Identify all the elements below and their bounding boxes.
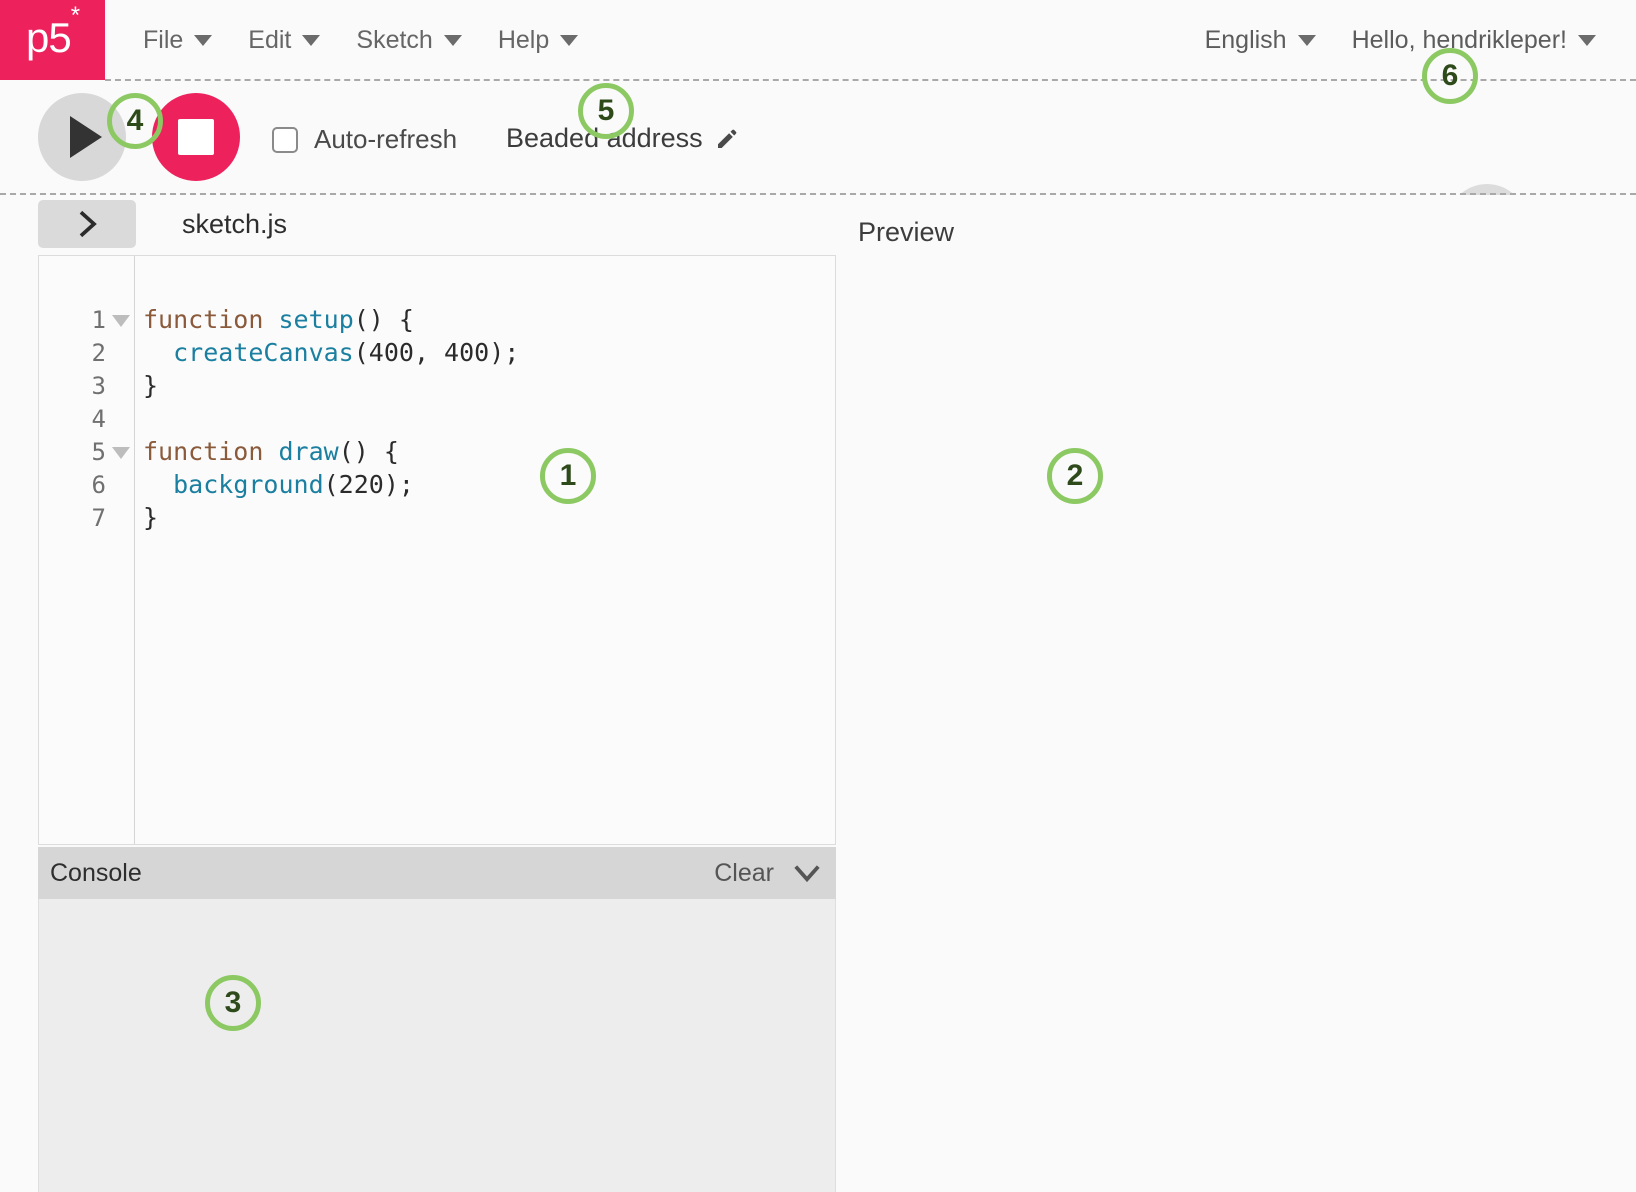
preview-label: Preview bbox=[858, 217, 955, 247]
chevron-down-icon bbox=[443, 34, 462, 46]
chevron-down-icon bbox=[1578, 34, 1596, 46]
menu-sketch-label: Sketch bbox=[356, 25, 433, 54]
sketch-toolbar: Auto-refresh Beaded address bbox=[0, 81, 1636, 264]
chevron-down-icon bbox=[560, 34, 579, 46]
play-icon bbox=[70, 116, 102, 158]
menu-file-label: File bbox=[143, 25, 184, 54]
line-number: 2 bbox=[91, 338, 106, 367]
chevron-down-icon[interactable] bbox=[792, 858, 822, 888]
line-number: 7 bbox=[91, 503, 106, 532]
account-menu[interactable]: Hello, hendrikleper! bbox=[1334, 20, 1614, 61]
code-text-area[interactable]: function setup() { createCanvas(400, 400… bbox=[135, 256, 835, 844]
nav-right-group: English Hello, hendrikleper! bbox=[1187, 20, 1636, 61]
code-line: } bbox=[143, 371, 159, 400]
line-number-row: 2 bbox=[39, 336, 134, 369]
active-file-name[interactable]: sketch.js bbox=[182, 209, 287, 240]
code-line: function draw() { bbox=[143, 437, 399, 466]
stop-button[interactable] bbox=[152, 93, 240, 181]
annotation-badge-1: 1 bbox=[540, 448, 596, 504]
auto-refresh-toggle[interactable]: Auto-refresh bbox=[272, 124, 457, 155]
code-line: background(220); bbox=[173, 470, 414, 499]
code-line: createCanvas(400, 400); bbox=[173, 338, 520, 367]
line-number: 3 bbox=[91, 371, 106, 400]
p5-logo[interactable]: p5* bbox=[0, 0, 105, 80]
annotation-badge-3: 3 bbox=[205, 975, 261, 1031]
annotation-badge-6: 6 bbox=[1422, 48, 1478, 104]
line-number: 1 bbox=[91, 305, 106, 334]
annotation-badge-4: 4 bbox=[107, 93, 163, 149]
code-line: } bbox=[143, 503, 159, 532]
line-number: 6 bbox=[91, 470, 106, 499]
menu-file[interactable]: File bbox=[125, 20, 230, 61]
auto-refresh-checkbox[interactable] bbox=[272, 126, 298, 153]
language-label: English bbox=[1204, 25, 1287, 54]
line-number-row: 5 bbox=[39, 435, 134, 468]
line-number-row: 7 bbox=[39, 501, 134, 534]
pencil-icon[interactable] bbox=[715, 127, 739, 151]
menu-edit[interactable]: Edit bbox=[230, 20, 338, 61]
console-header: Console Clear bbox=[38, 847, 836, 899]
annotation-badge-2: 2 bbox=[1047, 448, 1103, 504]
line-number: 5 bbox=[91, 437, 106, 466]
annotation-badge-5: 5 bbox=[578, 83, 634, 139]
chevron-down-icon bbox=[302, 34, 321, 46]
p5-web-editor: p5* File Edit Sketch Help English Hello,… bbox=[0, 0, 1636, 1192]
console-actions: Clear bbox=[714, 858, 822, 888]
editor-column: sketch.js 1 2 3 4 5 6 7 function setup()… bbox=[0, 195, 838, 1192]
line-number-row: 3 bbox=[39, 369, 134, 402]
line-number: 4 bbox=[91, 404, 106, 433]
code-line: function setup() { bbox=[143, 305, 414, 334]
line-number-row: 4 bbox=[39, 402, 134, 435]
chevron-down-icon bbox=[1297, 34, 1316, 46]
menu-edit-label: Edit bbox=[248, 25, 292, 54]
stop-icon bbox=[178, 119, 214, 155]
auto-refresh-label: Auto-refresh bbox=[314, 124, 458, 154]
menu-help[interactable]: Help bbox=[480, 20, 596, 61]
sidebar-toggle-button[interactable] bbox=[38, 200, 136, 248]
line-number-row: 6 bbox=[39, 468, 134, 501]
file-bar: sketch.js bbox=[0, 195, 838, 253]
line-number-gutter: 1 2 3 4 5 6 7 bbox=[39, 256, 135, 844]
p5-logo-text: p5* bbox=[25, 2, 80, 61]
fold-arrow-icon[interactable] bbox=[112, 446, 130, 459]
chevron-right-icon bbox=[79, 210, 97, 238]
console-output[interactable] bbox=[38, 899, 836, 1192]
main-menu: File Edit Sketch Help bbox=[125, 20, 596, 61]
menu-help-label: Help bbox=[497, 25, 550, 54]
main-content: sketch.js 1 2 3 4 5 6 7 function setup()… bbox=[0, 195, 1636, 1192]
code-editor[interactable]: 1 2 3 4 5 6 7 function setup() {createC… bbox=[38, 255, 836, 845]
console-clear-button[interactable]: Clear bbox=[714, 859, 774, 888]
console-title: Console bbox=[50, 858, 142, 887]
chevron-down-icon bbox=[194, 34, 213, 46]
line-number-row: 1 bbox=[39, 303, 134, 336]
language-selector[interactable]: English bbox=[1187, 20, 1334, 61]
top-navigation-bar: p5* File Edit Sketch Help English Hello,… bbox=[0, 0, 1636, 80]
fold-arrow-icon[interactable] bbox=[112, 314, 130, 327]
preview-panel[interactable]: Preview bbox=[838, 195, 1636, 1192]
menu-sketch[interactable]: Sketch bbox=[338, 20, 479, 61]
